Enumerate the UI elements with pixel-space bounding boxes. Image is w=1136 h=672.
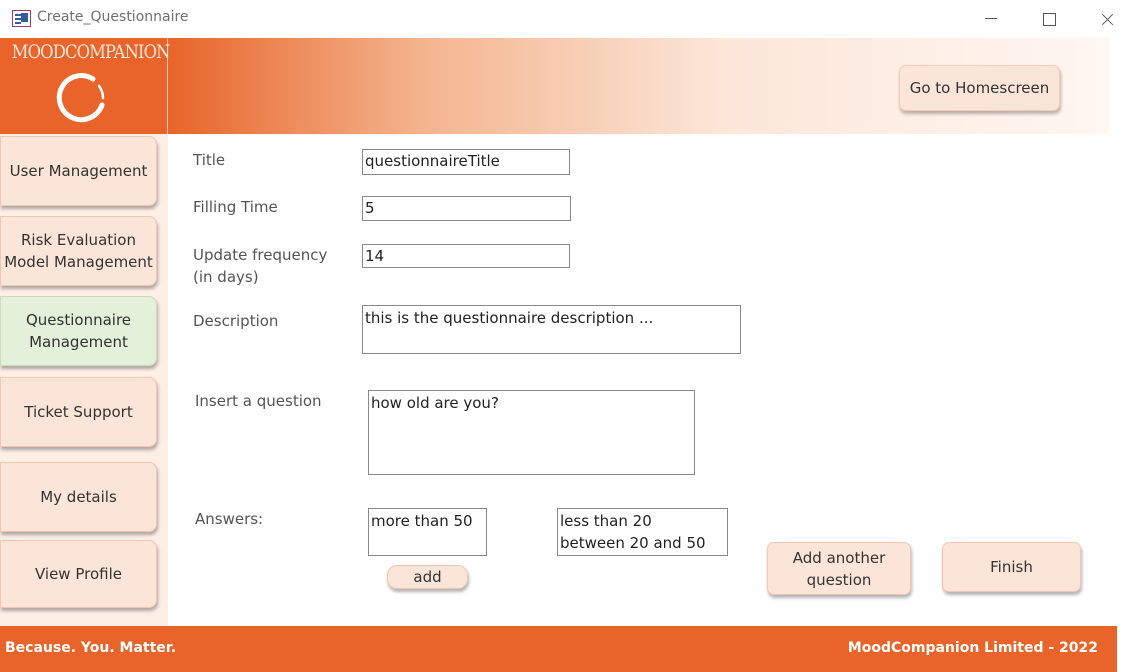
go-to-homescreen-button[interactable]: Go to Homescreen xyxy=(899,65,1060,111)
answers-list[interactable]: less than 20 between 20 and 50 xyxy=(557,508,728,556)
sidebar-item-user-management[interactable]: User Management xyxy=(0,136,157,206)
update-frequency-label-line1: Update frequency xyxy=(193,246,328,264)
insert-question-label: Insert a question xyxy=(195,392,322,410)
add-answer-button[interactable]: add xyxy=(387,565,468,589)
update-frequency-field[interactable]: 14 xyxy=(362,244,570,268)
finish-button[interactable]: Finish xyxy=(942,542,1081,592)
sidebar-item-view-profile[interactable]: View Profile xyxy=(0,540,157,608)
add-another-question-button[interactable]: Add another question xyxy=(767,542,911,595)
close-button[interactable] xyxy=(1084,4,1130,34)
title-label: Title xyxy=(193,151,226,169)
list-item[interactable]: less than 20 xyxy=(560,510,725,532)
answers-label: Answers: xyxy=(195,510,264,528)
filling-time-field[interactable]: 5 xyxy=(362,196,571,221)
window-titlebar: Create_Questionnaire xyxy=(0,0,1136,38)
footer-copyright: MoodCompanion Limited - 2022 xyxy=(847,640,1098,656)
sidebar-item-risk-evaluation[interactable]: Risk Evaluation Model Management xyxy=(0,216,157,286)
list-item[interactable]: between 20 and 50 xyxy=(560,532,725,554)
logo-ring-icon xyxy=(56,73,105,123)
answer-input-field[interactable]: more than 50 xyxy=(368,508,487,556)
description-value: this is the questionnaire description ..… xyxy=(365,309,654,327)
question-value: how old are you? xyxy=(371,394,499,412)
update-frequency-label: Update frequency (in days) xyxy=(193,244,327,288)
sidebar-item-questionnaire-management[interactable]: Questionnaire Management xyxy=(0,296,157,366)
sidebar-item-my-details[interactable]: My details xyxy=(0,462,157,532)
update-frequency-value: 14 xyxy=(365,247,385,265)
window-title: Create_Questionnaire xyxy=(37,9,189,25)
footer-tagline: Because. You. Matter. xyxy=(5,640,177,656)
sidebar: User Management Risk Evaluation Model Ma… xyxy=(0,134,168,626)
title-value: questionnaireTitle xyxy=(365,152,500,170)
answer-input-value: more than 50 xyxy=(371,512,473,530)
maximize-button[interactable] xyxy=(1026,4,1072,34)
footer: Because. You. Matter. MoodCompanion Limi… xyxy=(0,626,1117,672)
header-banner: MOODCOMPANION Go to Homescreen xyxy=(0,38,1110,134)
update-frequency-label-line2: (in days) xyxy=(193,268,259,286)
sidebar-item-ticket-support[interactable]: Ticket Support xyxy=(0,377,157,447)
title-field[interactable]: questionnaireTitle xyxy=(362,149,570,175)
access-form-icon xyxy=(12,10,31,27)
description-label: Description xyxy=(193,312,279,330)
logo-text: MOODCOMPANION xyxy=(11,41,171,63)
question-field[interactable]: how old are you? xyxy=(368,390,695,475)
description-field[interactable]: this is the questionnaire description ..… xyxy=(362,305,741,354)
minimize-button[interactable] xyxy=(968,4,1014,34)
filling-time-value: 5 xyxy=(365,199,375,217)
filling-time-label: Filling Time xyxy=(193,198,278,216)
brand-logo: MOODCOMPANION xyxy=(0,38,171,134)
